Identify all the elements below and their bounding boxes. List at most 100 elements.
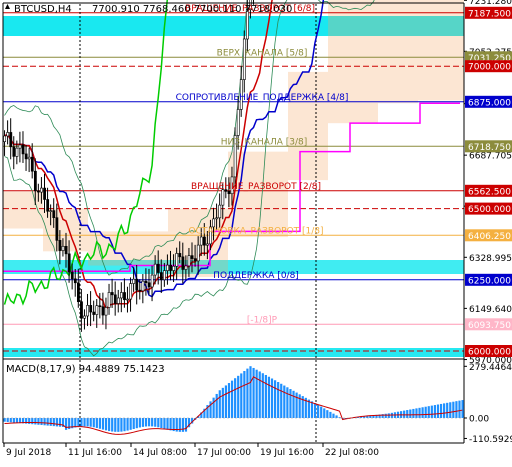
macd-histogram-bar — [313, 403, 317, 418]
murrey-line-label: ВЕРХ_КАНАЛА [5/8] — [217, 48, 308, 58]
candle-body — [58, 240, 62, 251]
candle-body — [156, 263, 160, 273]
candle-body — [104, 307, 108, 316]
macd-histogram-bar — [218, 390, 221, 418]
candle-body — [193, 258, 197, 262]
candle-body — [110, 292, 114, 296]
macd-histogram-bar — [43, 418, 46, 426]
macd-histogram-bar — [252, 367, 255, 418]
price-badge-label: 6875.000 — [468, 98, 511, 108]
macd-histogram-bar — [46, 418, 49, 426]
price-badge-label: 6093.750 — [468, 321, 511, 331]
candle-body — [107, 292, 111, 308]
macd-histogram-bar — [80, 418, 83, 427]
macd-histogram-bar — [104, 418, 108, 431]
candle-body — [76, 282, 80, 302]
candle-body — [89, 305, 93, 313]
macd-histogram-bar — [163, 418, 166, 429]
trading-chart-window[interactable]: [+2/8]P[+1/8]PСОПРОТИВЛЕНИЕ [8/8]ОСТАНОВ… — [0, 0, 512, 463]
candle-body — [6, 132, 10, 137]
time-tick-label: 9 Jul 2018 — [6, 448, 51, 458]
macd-histogram-bar — [295, 392, 298, 418]
candle-body — [46, 199, 50, 212]
macd-histogram-bar — [120, 418, 123, 432]
cloud-segment — [378, 0, 418, 104]
candle-body — [187, 255, 191, 267]
macd-histogram-bar — [317, 404, 320, 418]
candle-body — [64, 245, 68, 255]
candle-body — [144, 280, 148, 284]
candle-body — [27, 156, 31, 160]
macd-histogram-bar — [320, 406, 323, 418]
macd-histogram-bar — [234, 378, 237, 418]
price-tick-label: 6328.995 — [469, 254, 512, 264]
candle-body — [12, 146, 16, 157]
ohlc-values: 7700.910 7768.460 7700.110 7718.030 — [92, 4, 292, 15]
macd-histogram-bar — [415, 408, 418, 418]
macd-histogram-bar — [421, 407, 424, 418]
candle-body — [150, 274, 154, 288]
macd-histogram-bar — [329, 411, 332, 418]
candle-body — [206, 243, 209, 246]
candle-body — [86, 305, 90, 317]
macd-histogram-bar — [443, 403, 446, 418]
candle-body — [141, 280, 145, 292]
candle-body — [123, 292, 126, 301]
macd-histogram-bar — [58, 418, 62, 427]
price-badge-label: 6250.000 — [468, 276, 511, 286]
candle-body — [172, 265, 176, 271]
macd-histogram-bar — [280, 383, 283, 418]
murrey-line-label: ОСТАНОВКА_РАЗВОРОТ [1/8] — [188, 226, 323, 236]
candle-body — [138, 289, 142, 292]
macd-histogram-bar — [326, 410, 329, 418]
candle-body — [147, 282, 151, 288]
candle-body — [236, 109, 240, 136]
macd-tick-label: 0.00 — [469, 415, 489, 425]
macd-histogram-bar — [169, 418, 172, 431]
price-badge-label: 6562.500 — [468, 187, 511, 197]
time-tick-label: 19 Jul 16:00 — [260, 448, 314, 458]
candle-body — [37, 190, 40, 193]
macd-histogram-bar — [261, 373, 264, 418]
macd-histogram-bar — [246, 368, 249, 418]
macd-histogram-bar — [86, 418, 89, 427]
chart-canvas[interactable]: [+2/8]P[+1/8]PСОПРОТИВЛЕНИЕ [8/8]ОСТАНОВ… — [0, 0, 512, 463]
cloud-segment — [288, 71, 328, 181]
macd-histogram-bar — [98, 418, 102, 429]
candle-body — [203, 236, 206, 246]
time-tick-label: 14 Jul 08:00 — [133, 448, 187, 458]
macd-tick-label: 279.4464 — [469, 363, 512, 373]
macd-histogram-bar — [6, 418, 9, 422]
candle-body — [135, 278, 139, 291]
candle-body — [33, 170, 37, 192]
macd-histogram-bar — [403, 410, 406, 418]
macd-histogram-bar — [151, 418, 154, 427]
macd-histogram-bar — [237, 375, 240, 418]
candle-body — [98, 305, 102, 308]
macd-histogram-bar — [12, 418, 15, 423]
symbol-header: BTCUSD,H4 7700.910 7768.460 7700.110 771… — [5, 4, 292, 15]
price-badge-label: 6500.000 — [468, 205, 511, 215]
candle-body — [181, 256, 185, 270]
candle-body — [218, 204, 222, 219]
macd-histogram-bar — [184, 418, 188, 432]
macd-histogram-bar — [264, 374, 267, 418]
macd-histogram-bar — [34, 418, 37, 425]
macd-histogram-bar — [160, 418, 163, 428]
candle-body — [43, 187, 46, 200]
murrey-line-label: ПОДДЕРЖКА [0/8] — [213, 271, 299, 281]
macd-histogram-bar — [384, 413, 387, 418]
macd-histogram-bar — [147, 418, 151, 427]
candle-body — [242, 38, 246, 80]
macd-histogram-bar — [117, 418, 120, 432]
macd-histogram-bar — [424, 406, 427, 418]
macd-histogram-bar — [126, 418, 129, 431]
macd-histogram-bar — [310, 401, 314, 418]
candle-body — [159, 272, 163, 281]
macd-histogram-bar — [418, 407, 421, 418]
cloud-segment — [228, 151, 288, 238]
candle-body — [120, 292, 123, 299]
macd-histogram-bar — [123, 418, 126, 432]
candle-body — [184, 265, 188, 270]
time-tick-label: 17 Jul 00:00 — [197, 448, 251, 458]
